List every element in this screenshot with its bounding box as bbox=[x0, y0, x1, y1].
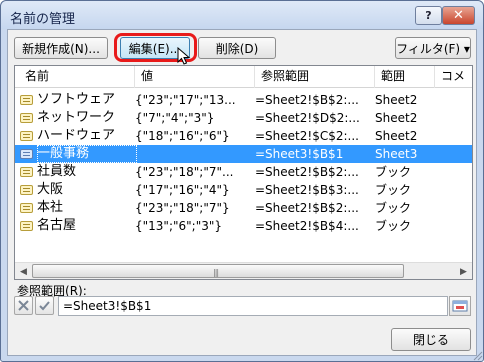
row-ref: =Sheet3!$B$1 bbox=[255, 147, 344, 161]
row-value: {"18";"16";"6"} bbox=[135, 129, 230, 143]
resize-grip-icon[interactable] bbox=[471, 349, 483, 361]
row-value: {"13";"6";"3"} bbox=[135, 219, 223, 233]
row-scope: ブック bbox=[375, 219, 412, 233]
row-value: {"7";"4";"3"} bbox=[135, 111, 215, 125]
row-name: 名古屋 bbox=[37, 218, 77, 233]
new-button[interactable]: 新規作成(N)... bbox=[14, 37, 108, 59]
row-value: {"23";"18";"7"... bbox=[135, 165, 234, 179]
delete-button[interactable]: 削除(D) bbox=[198, 37, 276, 59]
column-scope[interactable]: 範囲 bbox=[375, 66, 435, 88]
close-button[interactable]: 閉じる bbox=[391, 328, 471, 351]
list-row[interactable]: 大阪 {"17";"16";"4"} =Sheet2!$B$3:... ブック bbox=[15, 181, 472, 199]
scroll-left-icon[interactable]: ◀ bbox=[15, 263, 32, 279]
column-name[interactable]: 名前 bbox=[15, 66, 135, 88]
row-scope: ブック bbox=[375, 183, 412, 197]
row-ref: =Sheet2!$B$2:... bbox=[255, 165, 359, 179]
scroll-thumb[interactable]: ||| bbox=[32, 264, 404, 278]
row-name: 本社 bbox=[37, 200, 64, 215]
check-icon[interactable] bbox=[35, 296, 54, 315]
row-name: ネットワーク bbox=[37, 110, 116, 125]
row-name: ソフトウェア bbox=[37, 92, 116, 107]
row-scope: Sheet2 bbox=[375, 111, 418, 125]
row-name: ハードウェア bbox=[37, 128, 116, 143]
filter-button[interactable]: フィルタ(F) ▾ bbox=[395, 37, 471, 59]
title-close-button[interactable]: ✕ bbox=[442, 6, 475, 25]
name-manager-dialog: 名前の管理 ? ✕ 新規作成(N)... 編集(E)... 削除(D) フィルタ… bbox=[0, 0, 484, 362]
row-name: 一般事務 bbox=[37, 145, 137, 163]
name-icon bbox=[20, 131, 33, 141]
names-list[interactable]: 名前 値 参照範囲 範囲 コメ ソフトウェア {"23";"17";"13...… bbox=[14, 65, 473, 280]
row-ref: =Sheet2!$B$4:... bbox=[255, 219, 359, 233]
column-comment[interactable]: コメ bbox=[435, 66, 472, 88]
row-scope: Sheet3 bbox=[375, 147, 418, 161]
list-row[interactable]: 名古屋 {"13";"6";"3"} =Sheet2!$B$4:... ブック bbox=[15, 217, 472, 235]
row-scope: Sheet2 bbox=[375, 129, 418, 143]
horizontal-scrollbar[interactable]: ◀ ||| ▶ bbox=[15, 262, 472, 279]
list-row[interactable]: ソフトウェア {"23";"17";"13... =Sheet2!$B$2:..… bbox=[15, 91, 472, 109]
name-icon bbox=[20, 185, 33, 195]
list-row-selected[interactable]: 一般事務 =Sheet3!$B$1 Sheet3 bbox=[15, 145, 472, 163]
column-refers-to[interactable]: 参照範囲 bbox=[255, 66, 375, 88]
row-value: {"23";"18";"7"} bbox=[135, 201, 230, 215]
dialog-body: 新規作成(N)... 編集(E)... 削除(D) フィルタ(F) ▾ 名前 値… bbox=[7, 29, 477, 356]
refers-to-input[interactable]: =Sheet3!$B$1 bbox=[58, 296, 448, 316]
window-title: 名前の管理 bbox=[10, 12, 76, 27]
row-ref: =Sheet2!$C$2:... bbox=[255, 129, 359, 143]
name-icon bbox=[20, 167, 33, 177]
cancel-x-icon[interactable] bbox=[14, 296, 33, 315]
row-value bbox=[135, 145, 251, 163]
list-row[interactable]: ハードウェア {"18";"16";"6"} =Sheet2!$C$2:... … bbox=[15, 127, 472, 145]
list-header: 名前 値 参照範囲 範囲 コメ bbox=[15, 66, 472, 88]
row-name: 大阪 bbox=[37, 182, 64, 197]
row-ref: =Sheet2!$D$2:... bbox=[255, 111, 360, 125]
scroll-right-icon[interactable]: ▶ bbox=[455, 263, 472, 279]
row-ref: =Sheet2!$B$2:... bbox=[255, 201, 359, 215]
grip-icon: ||| bbox=[213, 268, 219, 277]
range-collapse-icon[interactable] bbox=[449, 296, 471, 316]
name-icon bbox=[20, 203, 33, 213]
title-bar[interactable]: 名前の管理 ? ✕ bbox=[1, 1, 483, 29]
row-value: {"23";"17";"13... bbox=[135, 93, 236, 107]
row-name: 社員数 bbox=[37, 164, 77, 179]
list-row[interactable]: 本社 {"23";"18";"7"} =Sheet2!$B$2:... ブック bbox=[15, 199, 472, 217]
row-value: {"17";"16";"4"} bbox=[135, 183, 230, 197]
cursor-icon bbox=[177, 47, 191, 65]
name-icon bbox=[20, 149, 33, 159]
row-scope: ブック bbox=[375, 201, 412, 215]
name-icon bbox=[20, 221, 33, 231]
row-ref: =Sheet2!$B$2:... bbox=[255, 93, 359, 107]
row-scope: Sheet2 bbox=[375, 93, 418, 107]
column-value[interactable]: 値 bbox=[135, 66, 255, 88]
help-button[interactable]: ? bbox=[415, 6, 442, 25]
name-icon bbox=[20, 113, 33, 123]
row-ref: =Sheet2!$B$3:... bbox=[255, 183, 359, 197]
name-icon bbox=[20, 95, 33, 105]
row-scope: ブック bbox=[375, 165, 412, 179]
list-row[interactable]: ネットワーク {"7";"4";"3"} =Sheet2!$D$2:... Sh… bbox=[15, 109, 472, 127]
list-row[interactable]: 社員数 {"23";"18";"7"... =Sheet2!$B$2:... ブ… bbox=[15, 163, 472, 181]
